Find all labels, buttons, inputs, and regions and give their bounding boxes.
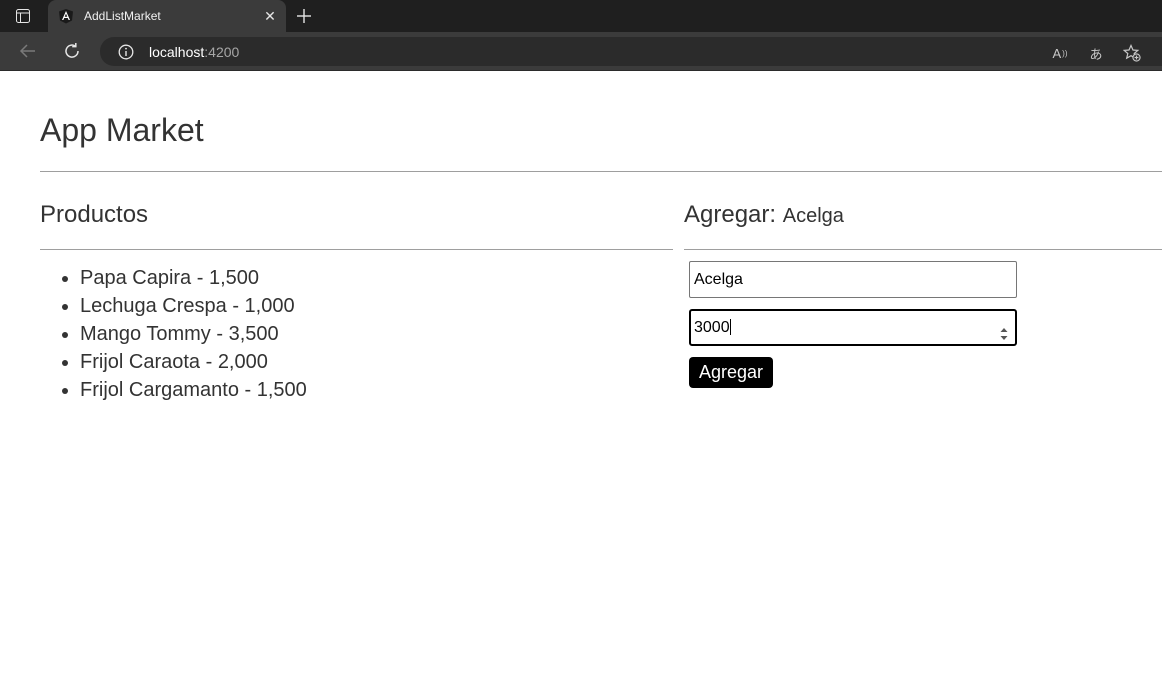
close-tab-icon[interactable]: ✕: [262, 8, 278, 24]
list-item: Frijol Cargamanto - 1,500: [80, 376, 307, 404]
add-divider: [684, 249, 1162, 250]
read-aloud-icon[interactable]: A)): [1050, 43, 1070, 63]
refresh-icon[interactable]: [62, 41, 82, 61]
add-heading: Agregar: Acelga: [684, 200, 844, 231]
list-item: Lechuga Crespa - 1,000: [80, 292, 307, 320]
favorites-star-icon[interactable]: [1122, 43, 1142, 63]
browser-tab-bar: AddListMarket ✕: [0, 0, 1162, 32]
products-list: Papa Capira - 1,500 Lechuga Crespa - 1,0…: [40, 264, 307, 404]
new-tab-icon[interactable]: [294, 6, 314, 26]
list-item: Papa Capira - 1,500: [80, 264, 307, 292]
browser-nav-bar: localhost:4200 A)) あ: [0, 32, 1162, 71]
text-caret: [729, 319, 731, 335]
list-item: Frijol Caraota - 2,000: [80, 348, 307, 376]
translate-icon[interactable]: あ: [1086, 43, 1106, 63]
browser-tab[interactable]: AddListMarket ✕: [48, 0, 286, 32]
read-aloud-label: A: [1052, 45, 1062, 61]
tab-title: AddListMarket: [84, 9, 161, 23]
address-bar[interactable]: localhost:4200 A)) あ: [100, 37, 1162, 66]
page-title: App Market: [40, 112, 204, 148]
number-spinner-icon[interactable]: [1000, 320, 1008, 340]
product-price-input[interactable]: 3000: [689, 309, 1017, 346]
add-heading-item: Acelga: [782, 205, 844, 227]
tab-actions-icon[interactable]: [15, 8, 31, 24]
product-price-value: 3000: [694, 319, 730, 336]
angular-logo-icon: [58, 8, 74, 24]
add-heading-label: Agregar:: [684, 201, 777, 228]
url-port: :4200: [204, 44, 240, 60]
translate-label: あ: [1089, 46, 1103, 62]
read-aloud-waves: )): [1062, 48, 1068, 58]
add-button[interactable]: Agregar: [689, 357, 773, 388]
url-text: localhost:4200: [149, 44, 239, 60]
products-divider: [40, 249, 673, 250]
url-host: localhost: [149, 44, 205, 60]
list-item: Mango Tommy - 3,500: [80, 320, 307, 348]
title-divider: [40, 171, 1162, 172]
product-name-input[interactable]: Acelga: [689, 261, 1017, 298]
products-heading: Productos: [40, 201, 149, 228]
back-icon[interactable]: [18, 41, 38, 61]
product-name-value: Acelga: [694, 271, 743, 288]
site-info-icon[interactable]: [118, 44, 134, 60]
